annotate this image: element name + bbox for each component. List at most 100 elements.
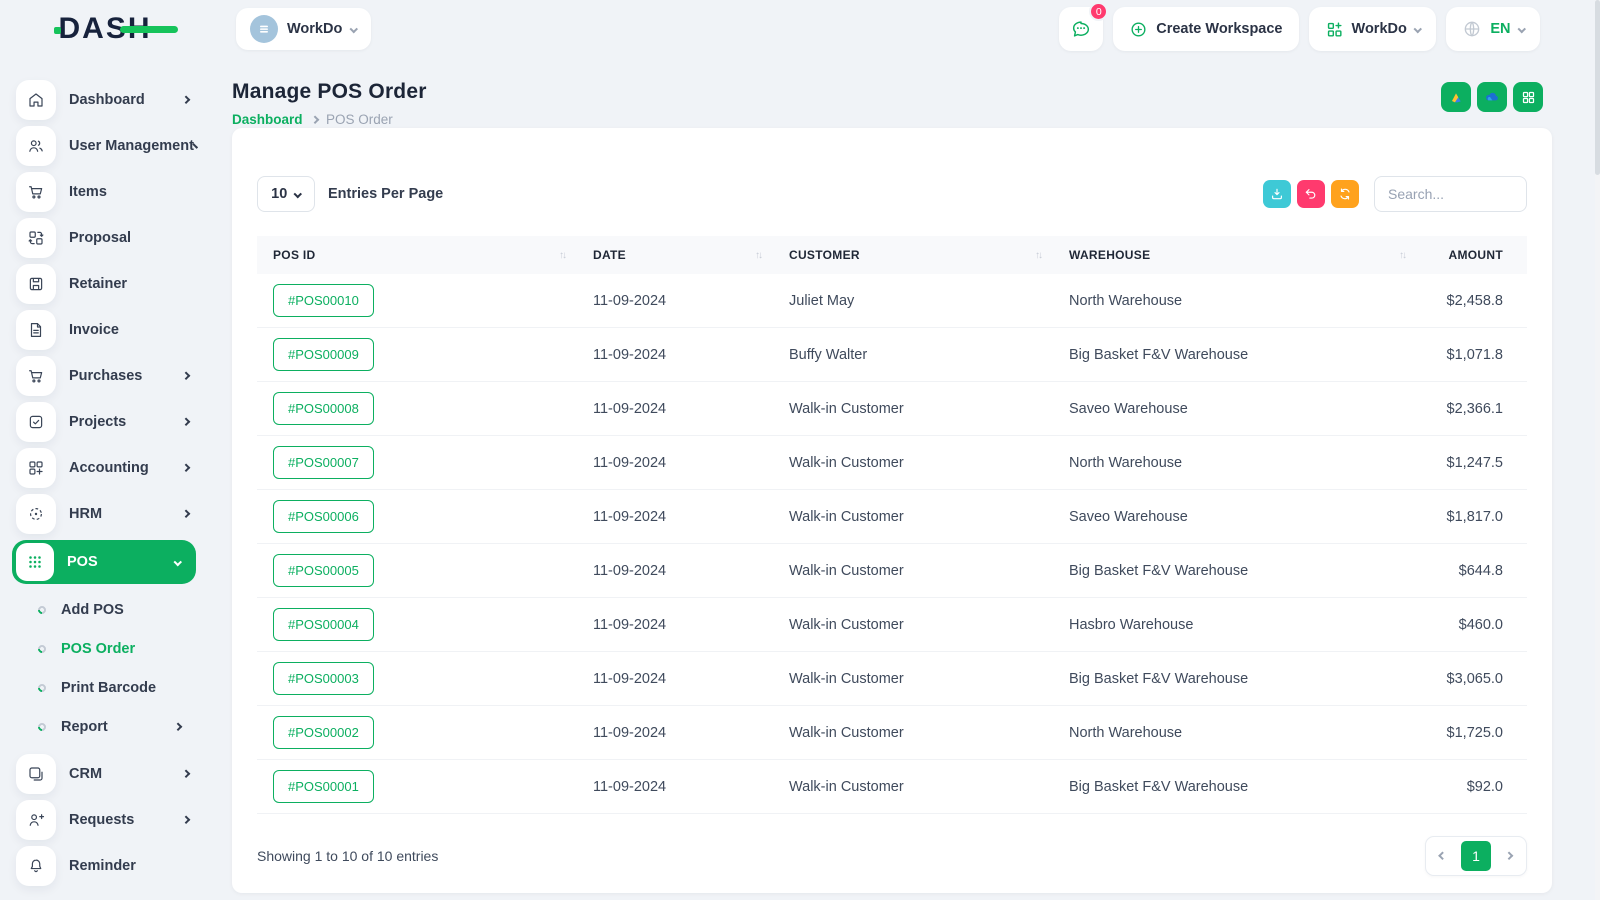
column-header-pos-id[interactable]: POS ID ↑↓ [257,248,577,262]
sidebar-item-retainer[interactable]: Retainer [16,264,210,304]
warehouse-name: North Warehouse [1069,454,1183,471]
home-icon [16,80,56,120]
table-header: POS ID ↑↓ DATE ↑↓ CUSTOMER ↑↓ WAREHOUSE ↑↓ A… [257,236,1527,274]
order-date: 11-09-2024 [593,454,667,471]
app-logo[interactable]: DASH [54,12,179,46]
chevron-down-icon [1517,25,1526,33]
order-date: 11-09-2024 [593,400,667,417]
page-number-button[interactable]: 1 [1461,841,1491,871]
previous-page-button[interactable] [1430,841,1456,871]
sidebar-item-invoice[interactable]: Invoice [16,310,210,350]
bullet-icon [36,642,48,655]
order-date: 11-09-2024 [593,724,667,741]
customer-name: Walk-in Customer [789,454,904,471]
reset-button[interactable] [1297,180,1325,208]
workspace-avatar [250,15,278,43]
pos-id-button[interactable]: #POS00005 [273,554,374,587]
export-button[interactable] [1263,180,1291,208]
column-header-warehouse[interactable]: WAREHOUSE ↑↓ [1053,248,1417,262]
logo-accent-dot [54,27,62,34]
workspace-dropdown-label: WorkDo [1351,21,1407,37]
pos-id-button[interactable]: #POS00008 [273,392,374,425]
pos-id-button[interactable]: #POS00009 [273,338,374,371]
pos-id-button[interactable]: #POS00004 [273,608,374,641]
pos-id-button[interactable]: #POS00002 [273,716,374,749]
search-input[interactable] [1374,176,1527,212]
column-header-date[interactable]: DATE ↑↓ [577,248,773,262]
main-content: Manage POS Order Dashboard POS Order 10 … [210,58,1600,900]
order-amount: $1,071.8 [1446,346,1503,363]
sidebar-item-dashboard[interactable]: Dashboard [16,80,210,120]
workspace-dropdown[interactable]: WorkDo [1308,7,1437,51]
sidebar-item-items[interactable]: Items [16,172,210,212]
sort-icon: ↑↓ [1399,249,1407,261]
sidebar-item-purchases[interactable]: Purchases [16,356,210,396]
onedrive-button[interactable] [1477,82,1507,112]
pos-id-button[interactable]: #POS00003 [273,662,374,695]
cart-icon [16,356,56,396]
pos-id-button[interactable]: #POS00007 [273,446,374,479]
sidebar-item-accounting[interactable]: Accounting [16,448,210,488]
column-header-amount[interactable]: AMOUNT [1417,248,1527,262]
pos-id-button[interactable]: #POS00006 [273,500,374,533]
undo-icon [1304,187,1318,201]
customer-name: Walk-in Customer [789,778,904,795]
customer-name: Walk-in Customer [789,616,904,633]
chevron-right-icon [181,510,190,518]
sidebar-item-projects[interactable]: Projects [16,402,210,442]
workspace-switcher[interactable]: WorkDo [236,8,371,50]
pos-order-table: POS ID ↑↓ DATE ↑↓ CUSTOMER ↑↓ WAREHOUSE ↑↓ A… [257,236,1527,814]
language-selector[interactable]: EN [1446,7,1540,51]
order-date: 11-09-2024 [593,292,667,309]
order-date: 11-09-2024 [593,616,667,633]
grid-icon [1521,90,1536,105]
refresh-button[interactable] [1331,180,1359,208]
next-page-button[interactable] [1496,841,1522,871]
order-amount: $2,366.1 [1446,400,1503,417]
sidebar-item-user-management[interactable]: User Management [16,126,210,166]
customer-name: Walk-in Customer [789,724,904,741]
pos-order-card: 10 Entries Per Page Search... POS ID ↑↓ … [232,128,1552,893]
table-row: #POS00008 11-09-2024 Walk-in Customer Sa… [257,382,1527,436]
sort-icon: ↑↓ [755,249,763,261]
warehouse-name: Saveo Warehouse [1069,400,1188,417]
scrollbar-thumb[interactable] [1595,0,1600,175]
message-count-badge: 0 [1089,2,1109,21]
pos-submenu: Add POS POS Order Print Barcode Report [16,590,210,746]
column-header-customer[interactable]: CUSTOMER ↑↓ [773,248,1053,262]
sidebar-subitem-pos-order[interactable]: POS Order [16,629,210,668]
table-row: #POS00006 11-09-2024 Walk-in Customer Sa… [257,490,1527,544]
chevron-down-icon [350,25,358,33]
chevron-right-icon [181,464,190,472]
grid-view-button[interactable] [1513,82,1543,112]
sidebar-item-pos[interactable]: POS [12,540,196,584]
pos-id-button[interactable]: #POS00010 [273,284,374,317]
customer-name: Juliet May [789,292,855,309]
table-row: #POS00009 11-09-2024 Buffy Walter Big Ba… [257,328,1527,382]
sidebar-item-proposal[interactable]: Proposal [16,218,210,258]
table-row: #POS00010 11-09-2024 Juliet May North Wa… [257,274,1527,328]
sidebar-subitem-print-barcode[interactable]: Print Barcode [16,668,210,707]
page-scrollbar[interactable] [1595,0,1600,900]
sidebar-subitem-add-pos[interactable]: Add POS [16,590,210,629]
page-size-select[interactable]: 10 [257,176,315,212]
sidebar-item-requests[interactable]: Requests [16,800,210,840]
sidebar-item-hrm[interactable]: HRM [16,494,210,534]
pos-id-button[interactable]: #POS00001 [273,770,374,803]
save-icon [16,264,56,304]
chat-icon [1070,18,1092,40]
chevron-right-icon [181,418,190,426]
sidebar-item-reminder[interactable]: Reminder [16,846,210,886]
bullet-icon [36,681,48,694]
order-date: 11-09-2024 [593,778,667,795]
sidebar-item-crm[interactable]: CRM [16,754,210,794]
sort-icon: ↑↓ [1035,249,1043,261]
create-workspace-button[interactable]: Create Workspace [1113,7,1299,51]
messages-button[interactable]: 0 [1059,2,1109,51]
warehouse-name: North Warehouse [1069,724,1183,741]
chevron-right-icon [181,770,190,778]
google-drive-button[interactable] [1441,82,1471,112]
sidebar-subitem-report[interactable]: Report [16,707,210,746]
breadcrumb-dashboard-link[interactable]: Dashboard [232,112,303,127]
order-amount: $1,817.0 [1446,508,1503,525]
